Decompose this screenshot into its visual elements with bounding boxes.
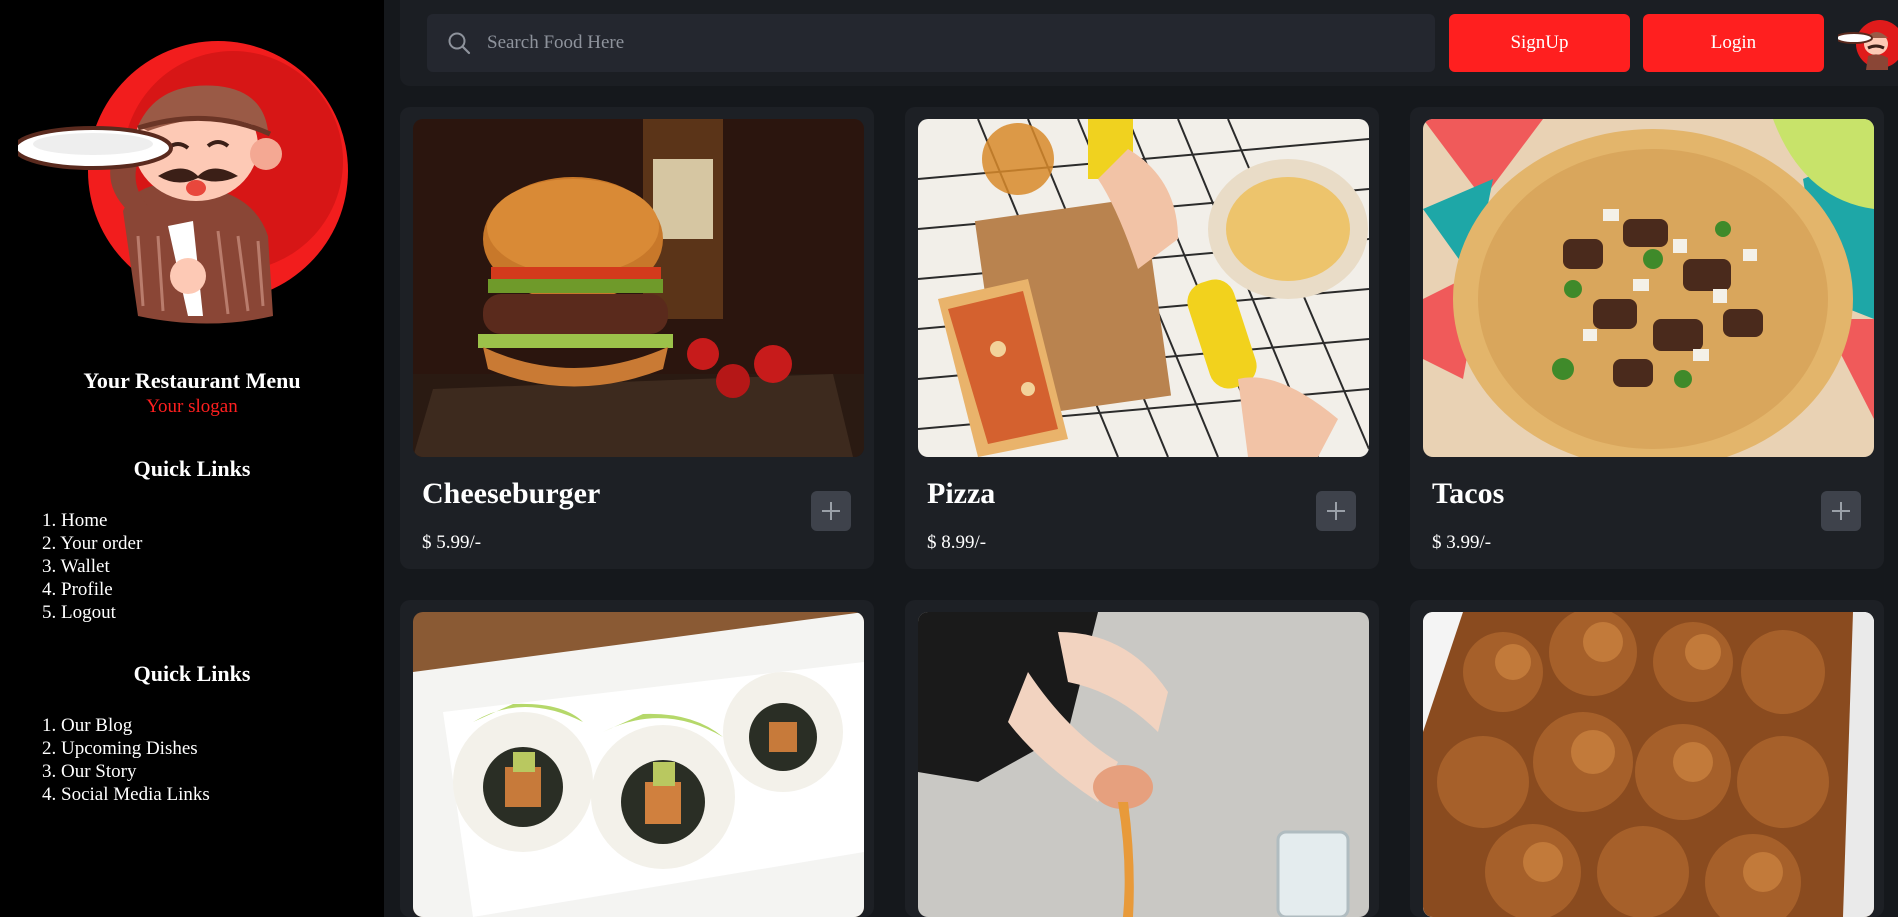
restaurant-name: Your Restaurant Menu: [83, 368, 301, 393]
search-input[interactable]: [487, 14, 1417, 72]
plus-icon: [822, 502, 840, 520]
pizza-photo: [918, 119, 1369, 457]
quick-link-logout[interactable]: 5. Logout: [42, 601, 142, 624]
plus-icon: [1832, 502, 1850, 520]
restaurant-slogan: Your slogan: [146, 396, 238, 417]
menu-item-price: $ 5.99/-: [422, 532, 482, 553]
quick-links-list-2: 1. Our Blog 2. Upcoming Dishes 3. Our St…: [42, 714, 210, 806]
quick-link-your-order[interactable]: 2. Your order: [42, 532, 142, 555]
quick-links-title-1: Quick Links: [133, 456, 251, 481]
quick-links-title-2: Quick Links: [133, 661, 251, 686]
chef-mascot-logo: [13, 36, 348, 326]
sushi-photo: [413, 612, 864, 917]
cheeseburger-photo: [413, 119, 864, 457]
quick-link-wallet[interactable]: 3. Wallet: [42, 555, 142, 578]
search-icon: [448, 32, 471, 55]
add-to-cart-button[interactable]: [1821, 491, 1861, 531]
quick-link-home[interactable]: 1. Home: [42, 509, 142, 532]
add-to-cart-button[interactable]: [1316, 491, 1356, 531]
login-button[interactable]: Login: [1643, 14, 1824, 72]
menu-card-sushi[interactable]: [400, 600, 874, 917]
menu-item-price: $ 8.99/-: [927, 532, 987, 553]
quick-link-our-blog[interactable]: 1. Our Blog: [42, 714, 210, 737]
menu-item-name: Cheeseburger: [422, 477, 601, 510]
quick-links-list-1: 1. Home 2. Your order 3. Wallet 4. Profi…: [42, 509, 142, 624]
sidebar: Your Restaurant Menu Your slogan Quick L…: [0, 0, 384, 917]
chef-avatar[interactable]: [1838, 18, 1898, 70]
menu-item-price: $ 3.99/-: [1432, 532, 1492, 553]
quick-link-our-story[interactable]: 3. Our Story: [42, 760, 210, 783]
menu-item-name: Pizza: [927, 477, 996, 510]
menu-item-name: Tacos: [1432, 477, 1505, 510]
menu-card-egg[interactable]: [905, 600, 1379, 917]
quick-link-profile[interactable]: 4. Profile: [42, 578, 142, 601]
menu-card-cheeseburger[interactable]: Cheeseburger $ 5.99/-: [400, 107, 874, 569]
fried-chicken-photo: [1423, 612, 1874, 917]
plus-icon: [1327, 502, 1345, 520]
add-to-cart-button[interactable]: [811, 491, 851, 531]
tacos-photo: [1423, 119, 1874, 457]
menu-card-pizza[interactable]: Pizza $ 8.99/-: [905, 107, 1379, 569]
signup-button[interactable]: SignUp: [1449, 14, 1630, 72]
egg-cracking-photo: [918, 612, 1369, 917]
search-bar[interactable]: [427, 14, 1435, 72]
app-root: Your Restaurant Menu Your slogan Quick L…: [0, 0, 1898, 917]
quick-link-upcoming-dishes[interactable]: 2. Upcoming Dishes: [42, 737, 210, 760]
menu-card-tacos[interactable]: Tacos $ 3.99/-: [1410, 107, 1884, 569]
quick-link-social-media[interactable]: 4. Social Media Links: [42, 783, 210, 806]
menu-card-fried-chicken[interactable]: [1410, 600, 1884, 917]
